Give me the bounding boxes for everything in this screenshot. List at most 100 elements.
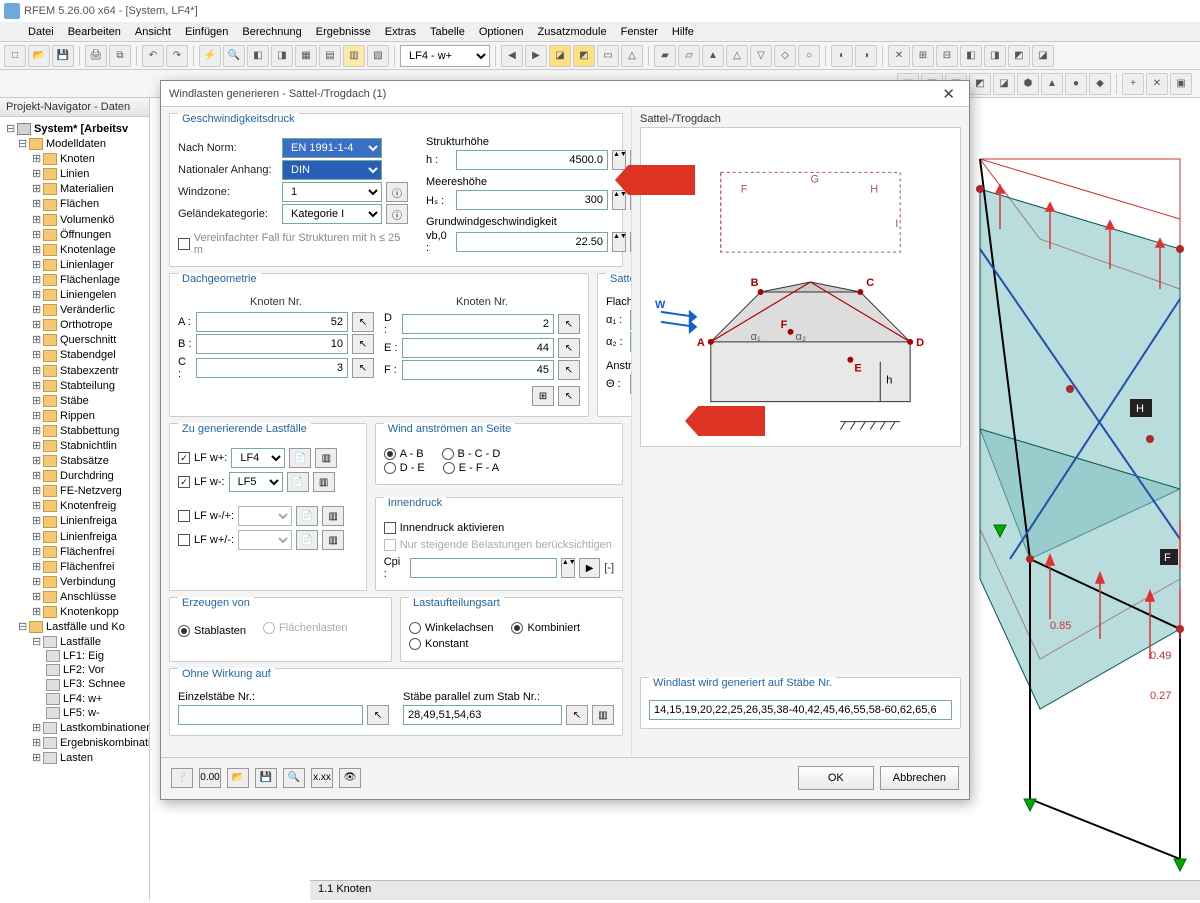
tree-item[interactable]: ⊞Stabendgel	[2, 347, 147, 362]
pick-icon[interactable]: ↖	[558, 314, 580, 334]
tool-undo[interactable]: ↶	[142, 45, 164, 67]
tree-item[interactable]: ⊞Stabteilung	[2, 378, 147, 393]
tool-r1[interactable]: ▰	[654, 45, 676, 67]
node-b-input[interactable]	[196, 334, 348, 354]
tool-r2[interactable]: ▱	[678, 45, 700, 67]
tree-item[interactable]: ⊞Linienfreiga	[2, 513, 147, 528]
tree-lcgroup[interactable]: Lastfälle und Ko	[46, 621, 125, 633]
wind-efa-radio[interactable]: E - F - A	[443, 462, 499, 474]
tool-new[interactable]: □	[4, 45, 26, 67]
geom-pick-icon[interactable]: ↖	[558, 386, 580, 406]
windzone-select[interactable]: 1	[282, 182, 382, 202]
alpha2-input[interactable]	[630, 332, 631, 352]
tool-r4[interactable]: △	[726, 45, 748, 67]
tree-item[interactable]: ⊞Knotenlage	[2, 242, 147, 257]
wind-generated-input[interactable]	[649, 700, 952, 720]
tree-item[interactable]: ⊞Flächen	[2, 196, 147, 211]
menu-file[interactable]: Datei	[22, 24, 60, 40]
tool-s3[interactable]: ⊟	[936, 45, 958, 67]
tree-item[interactable]: ⊞Öffnungen	[2, 227, 147, 242]
lfwm-check[interactable]: ✓	[178, 476, 190, 488]
menu-view[interactable]: Ansicht	[129, 24, 177, 40]
vtool-6[interactable]: ⬢	[1017, 73, 1039, 95]
tool-f[interactable]: ▤	[319, 45, 341, 67]
zoom-icon[interactable]: 🔍	[283, 768, 305, 788]
lfwp-check[interactable]: ✓	[178, 452, 190, 464]
lfwm-select[interactable]: LF5	[229, 472, 283, 492]
tree-item[interactable]: ⊞Rippen	[2, 408, 147, 423]
vtool-11[interactable]: ✕	[1146, 73, 1168, 95]
tool-r9[interactable]: ◑	[855, 45, 877, 67]
tree-lc[interactable]: LF4: w+	[2, 692, 147, 706]
tree-item[interactable]: ⊞Stabsätze	[2, 453, 147, 468]
tree-item[interactable]: ⊞Veränderlic	[2, 302, 147, 317]
tool-b[interactable]: 🔍	[223, 45, 245, 67]
close-icon[interactable]: ✕	[936, 85, 961, 103]
tree-lc[interactable]: LF2: Vor	[2, 663, 147, 677]
tool-next[interactable]: ▶	[525, 45, 547, 67]
vtool-5[interactable]: ◪	[993, 73, 1015, 95]
lfwp-select[interactable]: LF4	[231, 448, 285, 468]
tree-lc[interactable]: LF3: Schnee	[2, 677, 147, 691]
lfwmp-select[interactable]	[238, 530, 292, 550]
tree-item[interactable]: ⊞Flächenfrei	[2, 559, 147, 574]
tree-lc[interactable]: LF1: Eig	[2, 649, 147, 663]
tool-copy[interactable]: ⧉	[109, 45, 131, 67]
pick-icon[interactable]: ↖	[352, 312, 374, 332]
menu-extras[interactable]: Extras	[379, 24, 422, 40]
tree-item[interactable]: ⊞Querschnitt	[2, 332, 147, 347]
tool-s6[interactable]: ◩	[1008, 45, 1030, 67]
new-lc-icon[interactable]: 📄	[287, 472, 309, 492]
tool-save[interactable]: 💾	[52, 45, 74, 67]
tool-r3[interactable]: ▲	[702, 45, 724, 67]
tree-item[interactable]: ⊞Knotenfreig	[2, 498, 147, 513]
node-e-input[interactable]	[402, 338, 554, 358]
parallel-members-input[interactable]	[403, 705, 562, 725]
eye-icon[interactable]: 👁	[339, 768, 361, 788]
lc-icon[interactable]: ▥	[322, 506, 344, 526]
tree-item[interactable]: ⊞Knotenkopp	[2, 604, 147, 619]
tree-item[interactable]: ⊞Stäbe	[2, 393, 147, 408]
play-icon[interactable]: ▶	[630, 232, 631, 252]
tree-item[interactable]: ⊞Stabnichtlin	[2, 438, 147, 453]
menu-calc[interactable]: Berechnung	[236, 24, 307, 40]
alpha1-input[interactable]	[630, 310, 631, 330]
single-members-input[interactable]	[178, 705, 363, 725]
help-icon[interactable]: ❔	[171, 768, 193, 788]
menu-edit[interactable]: Bearbeiten	[62, 24, 127, 40]
tool-p4[interactable]: △	[621, 45, 643, 67]
tree-root[interactable]: System* [Arbeitsv	[34, 123, 128, 135]
tool-c[interactable]: ◧	[247, 45, 269, 67]
tree-item[interactable]: ⊞Linienlager	[2, 257, 147, 272]
tool-e[interactable]: ▦	[295, 45, 317, 67]
simplified-checkbox[interactable]	[178, 238, 190, 250]
save-icon[interactable]: 💾	[255, 768, 277, 788]
tree-item[interactable]: ⊞Lasten	[2, 750, 147, 765]
theta-input[interactable]	[630, 374, 631, 394]
tool-prev[interactable]: ◀	[501, 45, 523, 67]
pick-icon[interactable]: ↖	[558, 338, 580, 358]
tool-p1[interactable]: ◪	[549, 45, 571, 67]
node-a-input[interactable]	[196, 312, 348, 332]
tree-item[interactable]: ⊞Verbindung	[2, 574, 147, 589]
spin-icon[interactable]: ▲▼	[612, 150, 626, 170]
terrain-info-icon[interactable]: ⓘ	[386, 204, 408, 224]
lfwpm-check[interactable]	[178, 510, 190, 522]
open-icon[interactable]: 📂	[227, 768, 249, 788]
tree-item[interactable]: ⊞Volumenkö	[2, 212, 147, 227]
tool-open[interactable]: 📂	[28, 45, 50, 67]
navigator-tree[interactable]: ⊟System* [Arbeitsv ⊟Modelldaten ⊞Knoten⊞…	[0, 117, 149, 897]
tool-s5[interactable]: ◨	[984, 45, 1006, 67]
tree-item[interactable]: ⊞Knoten	[2, 151, 147, 166]
tree-item[interactable]: ⊞Linienfreiga	[2, 529, 147, 544]
tree-item[interactable]: ⊞Flächenlage	[2, 272, 147, 287]
pick-icon[interactable]: ↖	[352, 358, 374, 378]
tool-s2[interactable]: ⊞	[912, 45, 934, 67]
tool-d[interactable]: ◨	[271, 45, 293, 67]
menu-addons[interactable]: Zusatzmodule	[532, 24, 613, 40]
tool-p3[interactable]: ▭	[597, 45, 619, 67]
new-lc-icon[interactable]: 📄	[289, 448, 311, 468]
norm-select[interactable]: EN 1991-1-4	[282, 138, 382, 158]
innen-check[interactable]	[384, 522, 396, 534]
wind-de-radio[interactable]: D - E	[384, 462, 425, 474]
